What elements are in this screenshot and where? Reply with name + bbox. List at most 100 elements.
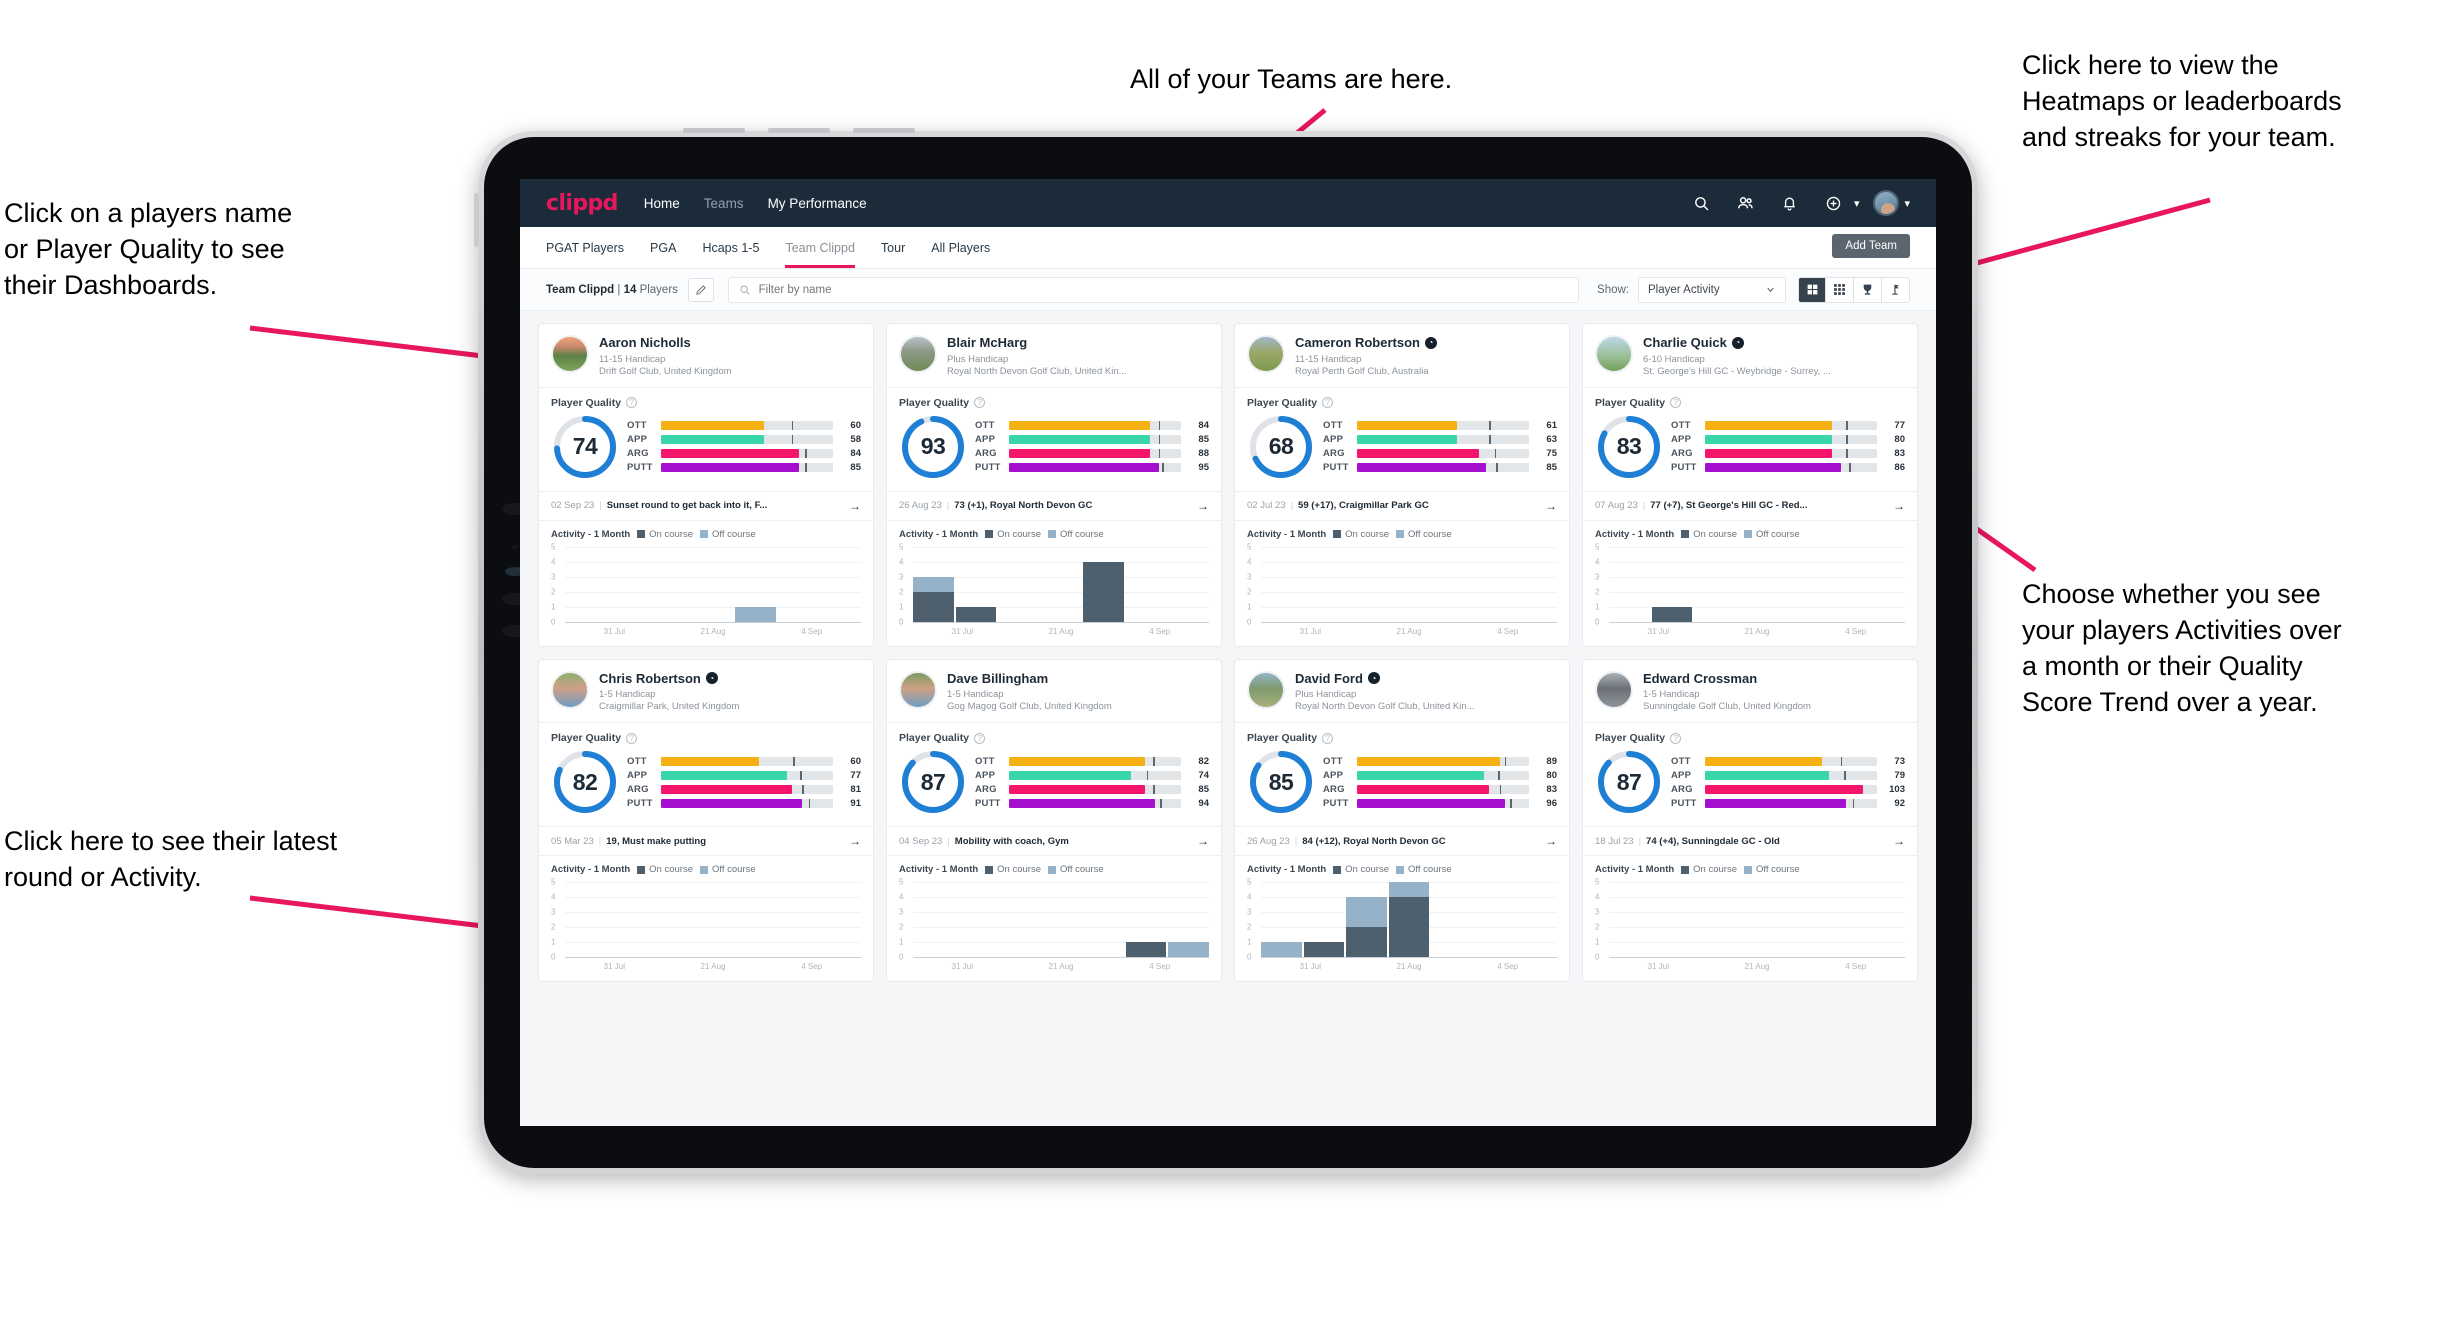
player-card[interactable]: Aaron Nicholls 11-15 Handicap Drift Golf C…: [538, 323, 874, 647]
edit-pencil-icon[interactable]: [687, 277, 714, 302]
arrow-right-icon[interactable]: →: [1197, 499, 1209, 513]
player-quality-dial[interactable]: 93: [899, 413, 967, 481]
avatar[interactable]: [1873, 190, 1900, 216]
player-quality-body[interactable]: 85 OTT 89 APP 80 ARG 83 PUTT 96: [1235, 748, 1569, 826]
arrow-right-icon[interactable]: →: [1545, 499, 1557, 513]
bell-icon[interactable]: [1775, 188, 1805, 218]
player-quality-body[interactable]: 68 OTT 61 APP 63 ARG 75 PUTT 85: [1235, 413, 1569, 491]
player-quality-dial[interactable]: 87: [1595, 748, 1663, 816]
player-name[interactable]: Charlie Quick ◔: [1643, 335, 1831, 351]
latest-activity-separator: |: [1638, 835, 1642, 847]
player-card-header[interactable]: David Ford ◔ Plus Handicap Royal North Devo…: [1235, 660, 1569, 723]
player-card[interactable]: Chris Robertson ◔ 1-5 Handicap Craigmillar …: [538, 658, 874, 983]
nav-link-my-performance[interactable]: My Performance: [768, 196, 867, 211]
tab-tour[interactable]: Tour: [881, 227, 905, 268]
player-name[interactable]: Chris Robertson ◔: [599, 671, 739, 687]
arrow-right-icon[interactable]: →: [1197, 834, 1209, 848]
legend-swatch-on-course: [637, 530, 646, 539]
tab-hcaps-1-5[interactable]: Hcaps 1-5: [702, 227, 759, 268]
legend-label-on-course: On course: [1693, 528, 1737, 540]
latest-activity-row[interactable]: 18 Jul 23 | 74 (+4), Sunningdale GC - Old →: [1583, 826, 1917, 857]
arrow-right-icon[interactable]: →: [849, 834, 861, 848]
latest-activity-row[interactable]: 04 Sep 23 | Mobility with coach, Gym →: [887, 826, 1221, 857]
player-card-header[interactable]: Chris Robertson ◔ 1-5 Handicap Craigmillar …: [539, 660, 873, 723]
chevron-down-icon-profile[interactable]: ▾: [1904, 197, 1910, 210]
player-quality-body[interactable]: 93 OTT 84 APP 85 ARG 88 PUTT 95: [887, 413, 1221, 491]
nav-link-teams[interactable]: Teams: [704, 196, 744, 211]
player-quality-body[interactable]: 87 OTT 73 APP 79 ARG 103 PUTT 92: [1583, 748, 1917, 826]
arrow-right-icon[interactable]: →: [1893, 499, 1905, 513]
player-quality-dial[interactable]: 85: [1247, 748, 1315, 816]
player-quality-dial[interactable]: 82: [551, 748, 619, 816]
arrow-right-icon[interactable]: →: [1893, 834, 1905, 848]
player-card-header[interactable]: Edward Crossman 1-5 Handicap Sunningdale G…: [1583, 660, 1917, 723]
player-card[interactable]: David Ford ◔ Plus Handicap Royal North Devo…: [1234, 658, 1570, 983]
player-quality-dial[interactable]: 68: [1247, 413, 1315, 481]
show-select[interactable]: Player Activity: [1638, 276, 1786, 303]
latest-activity-row[interactable]: 07 Aug 23 | 77 (+7), St George's Hill GC -…: [1583, 490, 1917, 521]
latest-activity-row[interactable]: 26 Aug 23 | 84 (+12), Royal North Devon GC…: [1235, 826, 1569, 857]
search-field[interactable]: [727, 276, 1580, 303]
x-axis: [1261, 621, 1557, 623]
help-icon[interactable]: ?: [626, 397, 638, 409]
nav-link-home[interactable]: Home: [644, 196, 680, 211]
player-club: Royal Perth Golf Club, Australia: [1295, 365, 1429, 377]
player-card[interactable]: Blair McHarg Plus Handicap Royal North Dev…: [886, 323, 1222, 647]
player-quality-body[interactable]: 87 OTT 82 APP 74 ARG 85 PUTT 94: [887, 748, 1221, 826]
help-icon[interactable]: ?: [1670, 397, 1682, 409]
player-card[interactable]: Cameron Robertson ◔ 11-15 Handicap Royal Pe…: [1234, 323, 1570, 647]
player-card-header[interactable]: Dave Billingham 1-5 Handicap Gog Magog Gol…: [887, 660, 1221, 723]
tab-pga[interactable]: PGA: [650, 227, 676, 268]
metric-bar-fill: [1705, 798, 1847, 808]
player-card-header[interactable]: Blair McHarg Plus Handicap Royal North Dev…: [887, 324, 1221, 387]
flag-icon[interactable]: [1882, 276, 1910, 303]
arrow-right-icon[interactable]: →: [849, 499, 861, 513]
metric-benchmark-tick: [1499, 784, 1502, 794]
tab-pgat-players[interactable]: PGAT Players: [546, 227, 624, 268]
tab-all-players[interactable]: All Players: [931, 227, 990, 268]
search-input[interactable]: [758, 283, 1569, 296]
latest-activity-row[interactable]: 05 Mar 23 | 19, Must make putting →: [539, 826, 873, 857]
trophy-icon[interactable]: [1854, 276, 1882, 303]
help-icon[interactable]: ?: [626, 732, 638, 744]
add-team-button[interactable]: Add Team: [1832, 234, 1910, 258]
player-quality-dial[interactable]: 83: [1595, 413, 1663, 481]
help-icon[interactable]: ?: [1670, 732, 1682, 744]
metric-row: PUTT 92: [1671, 798, 1905, 809]
latest-activity-row[interactable]: 02 Sep 23 | Sunset round to get back into …: [539, 490, 873, 521]
player-name[interactable]: David Ford ◔: [1295, 671, 1475, 687]
player-quality-body[interactable]: 83 OTT 77 APP 80 ARG 83 PUTT 86: [1583, 413, 1917, 491]
tab-team-clippd[interactable]: Team Clippd: [785, 227, 856, 268]
latest-activity-separator: |: [1294, 835, 1298, 847]
grid-large-icon[interactable]: [1798, 276, 1826, 303]
player-quality-dial[interactable]: 74: [551, 413, 619, 481]
chevron-down-icon-add[interactable]: ▾: [1854, 197, 1860, 210]
player-name[interactable]: Cameron Robertson ◔: [1295, 335, 1437, 351]
help-icon[interactable]: ?: [1322, 397, 1334, 409]
player-name[interactable]: Edward Crossman: [1643, 671, 1811, 687]
clippd-logo[interactable]: clippd: [546, 191, 618, 216]
help-icon[interactable]: ?: [974, 397, 986, 409]
latest-activity-date: 02 Sep 23: [551, 500, 595, 512]
help-icon[interactable]: ?: [1322, 732, 1334, 744]
search-icon[interactable]: [1687, 188, 1717, 218]
grid-small-icon[interactable]: [1826, 276, 1854, 303]
player-name[interactable]: Aaron Nicholls: [599, 335, 732, 351]
player-name[interactable]: Blair McHarg: [947, 335, 1127, 351]
help-icon[interactable]: ?: [974, 732, 986, 744]
plus-circle-icon[interactable]: [1819, 188, 1849, 218]
player-quality-dial[interactable]: 87: [899, 748, 967, 816]
arrow-right-icon[interactable]: →: [1545, 834, 1557, 848]
player-card-header[interactable]: Cameron Robertson ◔ 11-15 Handicap Royal Pe…: [1235, 324, 1569, 387]
latest-activity-row[interactable]: 02 Jul 23 | 59 (+17), Craigmillar Park GC →: [1235, 490, 1569, 521]
player-name[interactable]: Dave Billingham: [947, 671, 1112, 687]
player-card[interactable]: Edward Crossman 1-5 Handicap Sunningdale G…: [1582, 658, 1918, 983]
player-card-header[interactable]: Aaron Nicholls 11-15 Handicap Drift Golf C…: [539, 324, 873, 387]
player-card[interactable]: Charlie Quick ◔ 6-10 Handicap St. George's …: [1582, 323, 1918, 647]
player-quality-body[interactable]: 74 OTT 60 APP 58 ARG 84 PUTT 85: [539, 413, 873, 491]
player-quality-body[interactable]: 82 OTT 60 APP 77 ARG 81 PUTT 91: [539, 748, 873, 826]
player-card-header[interactable]: Charlie Quick ◔ 6-10 Handicap St. George's …: [1583, 324, 1917, 387]
latest-activity-row[interactable]: 26 Aug 23 | 73 (+1), Royal North Devon GC →: [887, 490, 1221, 521]
people-icon[interactable]: [1731, 188, 1761, 218]
player-card[interactable]: Dave Billingham 1-5 Handicap Gog Magog Gol…: [886, 658, 1222, 983]
